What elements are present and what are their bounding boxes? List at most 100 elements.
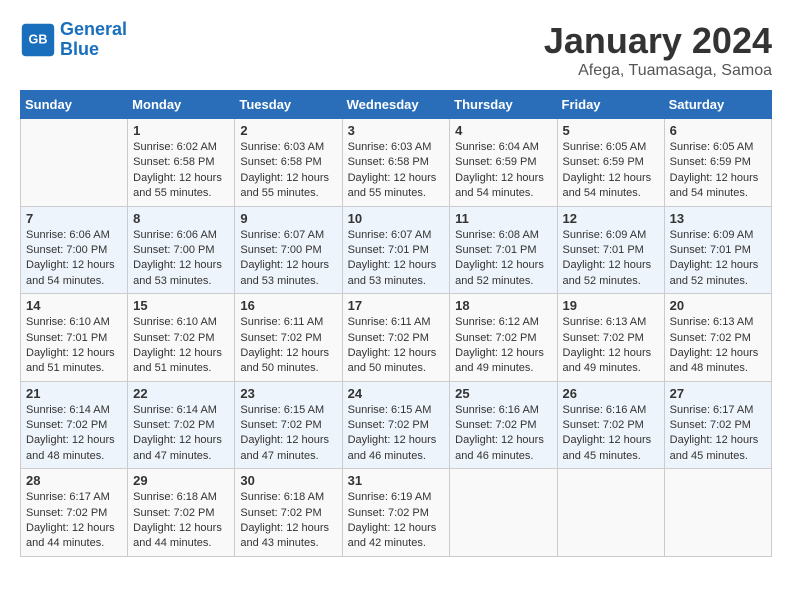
day-info: Sunrise: 6:10 AMSunset: 7:01 PMDaylight:… bbox=[26, 315, 122, 377]
day-number: 21 bbox=[26, 386, 122, 401]
day-number: 23 bbox=[240, 386, 336, 401]
day-number: 25 bbox=[455, 386, 551, 401]
day-info: Sunrise: 6:15 AMSunset: 7:02 PMDaylight:… bbox=[240, 403, 336, 465]
day-info: Sunrise: 6:14 AMSunset: 7:02 PMDaylight:… bbox=[133, 403, 229, 465]
day-info: Sunrise: 6:06 AMSunset: 7:00 PMDaylight:… bbox=[26, 228, 122, 290]
day-info: Sunrise: 6:02 AMSunset: 6:58 PMDaylight:… bbox=[133, 140, 229, 202]
calendar-week-row: 7 Sunrise: 6:06 AMSunset: 7:00 PMDaylight… bbox=[21, 206, 772, 294]
day-info: Sunrise: 6:14 AMSunset: 7:02 PMDaylight:… bbox=[26, 403, 122, 465]
day-number: 27 bbox=[670, 386, 766, 401]
day-number: 7 bbox=[26, 211, 122, 226]
day-info: Sunrise: 6:18 AMSunset: 7:02 PMDaylight:… bbox=[240, 490, 336, 552]
header: GB General Blue January 2024 Afega, Tuam… bbox=[20, 20, 772, 80]
weekday-header: Wednesday bbox=[342, 91, 450, 119]
day-number: 22 bbox=[133, 386, 229, 401]
day-info: Sunrise: 6:19 AMSunset: 7:02 PMDaylight:… bbox=[348, 490, 445, 552]
calendar-cell: 13Sunrise: 6:09 AMSunset: 7:01 PMDayligh… bbox=[664, 206, 771, 294]
calendar-cell: 21 Sunrise: 6:14 AMSunset: 7:02 PMDayligh… bbox=[21, 381, 128, 469]
day-info: Sunrise: 6:12 AMSunset: 7:02 PMDaylight:… bbox=[455, 315, 551, 377]
svg-text:GB: GB bbox=[29, 32, 48, 46]
calendar-cell: 14 Sunrise: 6:10 AMSunset: 7:01 PMDayligh… bbox=[21, 294, 128, 382]
day-number: 3 bbox=[348, 123, 445, 138]
calendar-cell: 26 Sunrise: 6:16 AMSunset: 7:02 PMDayligh… bbox=[557, 381, 664, 469]
calendar-cell bbox=[664, 469, 771, 557]
day-number: 9 bbox=[240, 211, 336, 226]
calendar-cell: 5 Sunrise: 6:05 AMSunset: 6:59 PMDaylight… bbox=[557, 119, 664, 207]
weekday-header: Friday bbox=[557, 91, 664, 119]
calendar-cell: 31 Sunrise: 6:19 AMSunset: 7:02 PMDayligh… bbox=[342, 469, 450, 557]
location-title: Afega, Tuamasaga, Samoa bbox=[544, 62, 772, 80]
calendar-cell: 28 Sunrise: 6:17 AMSunset: 7:02 PMDayligh… bbox=[21, 469, 128, 557]
day-number: 15 bbox=[133, 298, 229, 313]
day-info: Sunrise: 6:05 AMSunset: 6:59 PMDaylight:… bbox=[670, 140, 766, 202]
weekday-header: Saturday bbox=[664, 91, 771, 119]
day-number: 26 bbox=[563, 386, 659, 401]
day-number: 16 bbox=[240, 298, 336, 313]
calendar-week-row: 21 Sunrise: 6:14 AMSunset: 7:02 PMDayligh… bbox=[21, 381, 772, 469]
calendar-cell: 10 Sunrise: 6:07 AMSunset: 7:01 PMDayligh… bbox=[342, 206, 450, 294]
day-number: 17 bbox=[348, 298, 445, 313]
weekday-header: Tuesday bbox=[235, 91, 342, 119]
calendar-cell: 30 Sunrise: 6:18 AMSunset: 7:02 PMDayligh… bbox=[235, 469, 342, 557]
day-number: 2 bbox=[240, 123, 336, 138]
day-info: Sunrise: 6:08 AMSunset: 7:01 PMDaylight:… bbox=[455, 228, 551, 290]
day-info: Sunrise: 6:11 AMSunset: 7:02 PMDaylight:… bbox=[348, 315, 445, 377]
calendar-cell: 23 Sunrise: 6:15 AMSunset: 7:02 PMDayligh… bbox=[235, 381, 342, 469]
day-info: Sunrise: 6:11 AMSunset: 7:02 PMDaylight:… bbox=[240, 315, 336, 377]
day-info: Sunrise: 6:18 AMSunset: 7:02 PMDaylight:… bbox=[133, 490, 229, 552]
day-number: 30 bbox=[240, 473, 336, 488]
logo-icon: GB bbox=[20, 22, 56, 58]
logo-text: General Blue bbox=[60, 20, 127, 60]
calendar-cell bbox=[557, 469, 664, 557]
calendar-cell bbox=[450, 469, 557, 557]
day-info: Sunrise: 6:05 AMSunset: 6:59 PMDaylight:… bbox=[563, 140, 659, 202]
calendar-week-row: 1Sunrise: 6:02 AMSunset: 6:58 PMDaylight… bbox=[21, 119, 772, 207]
calendar-cell: 4 Sunrise: 6:04 AMSunset: 6:59 PMDaylight… bbox=[450, 119, 557, 207]
day-number: 4 bbox=[455, 123, 551, 138]
logo: GB General Blue bbox=[20, 20, 127, 60]
day-info: Sunrise: 6:16 AMSunset: 7:02 PMDaylight:… bbox=[455, 403, 551, 465]
day-number: 10 bbox=[348, 211, 445, 226]
day-info: Sunrise: 6:16 AMSunset: 7:02 PMDaylight:… bbox=[563, 403, 659, 465]
calendar-cell: 29 Sunrise: 6:18 AMSunset: 7:02 PMDayligh… bbox=[128, 469, 235, 557]
calendar-cell: 12Sunrise: 6:09 AMSunset: 7:01 PMDayligh… bbox=[557, 206, 664, 294]
weekday-header: Monday bbox=[128, 91, 235, 119]
day-info: Sunrise: 6:04 AMSunset: 6:59 PMDaylight:… bbox=[455, 140, 551, 202]
day-number: 8 bbox=[133, 211, 229, 226]
calendar-cell: 17 Sunrise: 6:11 AMSunset: 7:02 PMDayligh… bbox=[342, 294, 450, 382]
day-number: 28 bbox=[26, 473, 122, 488]
day-number: 29 bbox=[133, 473, 229, 488]
calendar-cell: 9 Sunrise: 6:07 AMSunset: 7:00 PMDaylight… bbox=[235, 206, 342, 294]
day-number: 5 bbox=[563, 123, 659, 138]
day-info: Sunrise: 6:15 AMSunset: 7:02 PMDaylight:… bbox=[348, 403, 445, 465]
calendar-cell: 24Sunrise: 6:15 AMSunset: 7:02 PMDayligh… bbox=[342, 381, 450, 469]
calendar-cell: 6 Sunrise: 6:05 AMSunset: 6:59 PMDaylight… bbox=[664, 119, 771, 207]
calendar-cell: 15 Sunrise: 6:10 AMSunset: 7:02 PMDayligh… bbox=[128, 294, 235, 382]
day-info: Sunrise: 6:07 AMSunset: 7:01 PMDaylight:… bbox=[348, 228, 445, 290]
day-number: 6 bbox=[670, 123, 766, 138]
calendar-cell: 25 Sunrise: 6:16 AMSunset: 7:02 PMDayligh… bbox=[450, 381, 557, 469]
day-info: Sunrise: 6:07 AMSunset: 7:00 PMDaylight:… bbox=[240, 228, 336, 290]
day-number: 12 bbox=[563, 211, 659, 226]
day-number: 14 bbox=[26, 298, 122, 313]
day-number: 31 bbox=[348, 473, 445, 488]
weekday-header: Thursday bbox=[450, 91, 557, 119]
day-info: Sunrise: 6:13 AMSunset: 7:02 PMDaylight:… bbox=[670, 315, 766, 377]
day-number: 20 bbox=[670, 298, 766, 313]
calendar-cell: 27Sunrise: 6:17 AMSunset: 7:02 PMDayligh… bbox=[664, 381, 771, 469]
day-number: 19 bbox=[563, 298, 659, 313]
day-number: 11 bbox=[455, 211, 551, 226]
calendar-cell bbox=[21, 119, 128, 207]
calendar-cell: 18Sunrise: 6:12 AMSunset: 7:02 PMDayligh… bbox=[450, 294, 557, 382]
calendar-cell: 3Sunrise: 6:03 AMSunset: 6:58 PMDaylight… bbox=[342, 119, 450, 207]
calendar-cell: 2 Sunrise: 6:03 AMSunset: 6:58 PMDaylight… bbox=[235, 119, 342, 207]
calendar-cell: 16 Sunrise: 6:11 AMSunset: 7:02 PMDayligh… bbox=[235, 294, 342, 382]
calendar-table: SundayMondayTuesdayWednesdayThursdayFrid… bbox=[20, 90, 772, 557]
calendar-cell: 11 Sunrise: 6:08 AMSunset: 7:01 PMDayligh… bbox=[450, 206, 557, 294]
day-info: Sunrise: 6:13 AMSunset: 7:02 PMDaylight:… bbox=[563, 315, 659, 377]
day-info: Sunrise: 6:10 AMSunset: 7:02 PMDaylight:… bbox=[133, 315, 229, 377]
day-info: Sunrise: 6:03 AMSunset: 6:58 PMDaylight:… bbox=[240, 140, 336, 202]
day-info: Sunrise: 6:17 AMSunset: 7:02 PMDaylight:… bbox=[26, 490, 122, 552]
calendar-cell: 20 Sunrise: 6:13 AMSunset: 7:02 PMDayligh… bbox=[664, 294, 771, 382]
day-number: 13 bbox=[670, 211, 766, 226]
